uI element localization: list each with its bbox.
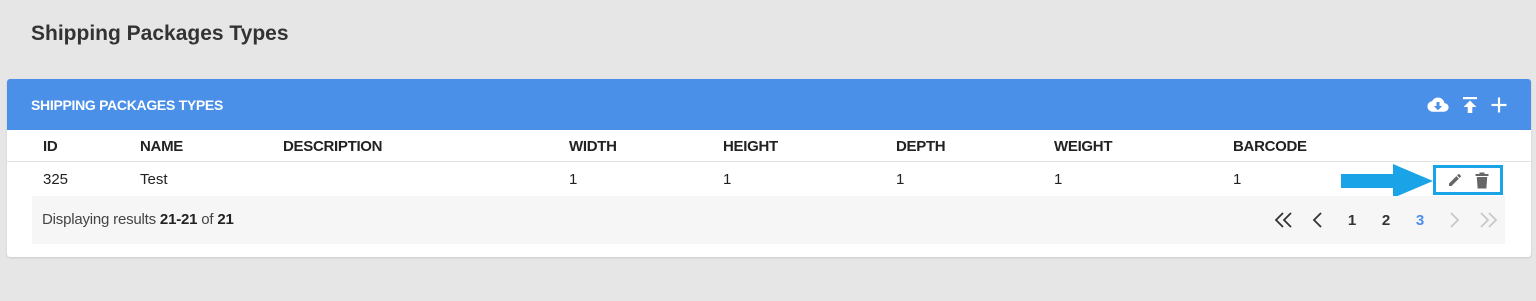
packages-card: SHIPPING PACKAGES TYPES ID NAME DESCRIPT… [7,79,1531,257]
table-row[interactable]: 325 Test 1 1 1 1 1 [7,162,1531,198]
column-header-barcode[interactable]: BARCODE [1233,138,1307,155]
column-header-height[interactable]: HEIGHT [723,138,778,155]
download-cloud-icon[interactable] [1427,97,1449,113]
first-page-icon[interactable] [1273,212,1295,228]
plus-icon[interactable] [1491,97,1507,113]
upload-icon[interactable] [1462,96,1478,114]
results-total: 21 [217,211,234,228]
results-of-label: of [201,211,214,228]
column-header-id[interactable]: ID [43,138,58,155]
cell-height: 1 [723,171,732,188]
cell-name: Test [140,171,168,188]
column-header-name[interactable]: NAME [140,138,183,155]
cell-depth: 1 [896,171,905,188]
results-range: 21-21 [159,211,198,228]
cell-id: 325 [43,171,69,188]
card-header: SHIPPING PACKAGES TYPES [7,79,1531,130]
page-3-button[interactable]: 3 [1409,212,1431,229]
card-title: SHIPPING PACKAGES TYPES [31,96,223,113]
results-prefix: Displaying results [42,211,156,228]
page-2-button[interactable]: 2 [1375,212,1397,229]
pagination: 1 2 3 [1267,196,1505,244]
next-page-icon[interactable] [1443,212,1465,228]
column-header-description[interactable]: DESCRIPTION [283,138,383,155]
delete-trash-icon[interactable] [1475,172,1489,189]
results-summary: Displaying results 21-21 of 21 [42,211,234,228]
arrow-right-icon [1341,164,1433,198]
row-actions [1433,165,1503,195]
column-header-weight[interactable]: WEIGHT [1054,138,1113,155]
cell-barcode: 1 [1233,171,1242,188]
edit-pencil-icon[interactable] [1447,172,1463,188]
cell-width: 1 [569,171,578,188]
table-footer: Displaying results 21-21 of 21 1 2 3 [32,196,1505,244]
column-header-width[interactable]: WIDTH [569,138,617,155]
column-header-depth[interactable]: DEPTH [896,138,946,155]
page-title: Shipping Packages Types [31,22,289,45]
table-header: ID NAME DESCRIPTION WIDTH HEIGHT DEPTH W… [7,130,1531,162]
cell-weight: 1 [1054,171,1063,188]
previous-page-icon[interactable] [1307,212,1329,228]
page-1-button[interactable]: 1 [1341,212,1363,229]
header-actions [1427,96,1507,114]
last-page-icon[interactable] [1477,212,1499,228]
